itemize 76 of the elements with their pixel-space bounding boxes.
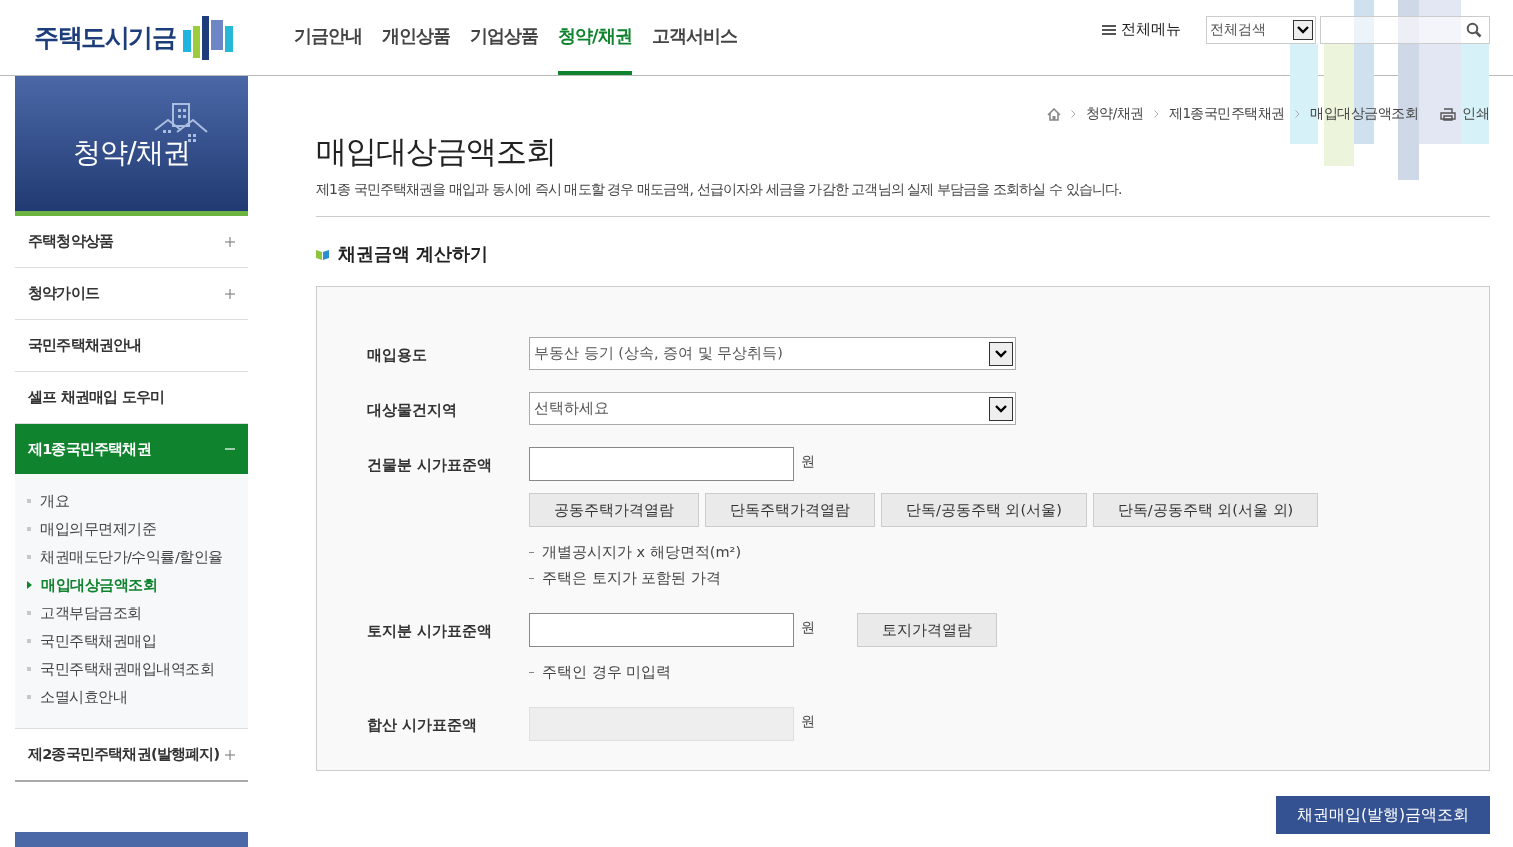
- submit-button[interactable]: 채권매입(발행)금액조회: [1275, 796, 1490, 834]
- chevron-right-icon: [1070, 110, 1076, 118]
- input-field[interactable]: [529, 447, 794, 481]
- dash-bullet-icon: [529, 671, 534, 673]
- submenu-item[interactable]: 채권매도단가/수익률/할인율: [27, 543, 248, 571]
- submenu-item[interactable]: 소멸시효안내: [27, 683, 248, 711]
- dot-bullet-icon: [27, 639, 31, 643]
- select-field[interactable]: 선택하세요: [529, 392, 1016, 425]
- all-menu-label: 전체메뉴: [1121, 20, 1181, 39]
- lookup-button[interactable]: 토지가격열람: [857, 613, 997, 647]
- section-heading: 채권금액 계산하기: [338, 242, 489, 266]
- field-label: 건물분 시가표준액: [367, 455, 494, 476]
- book-icon: [316, 248, 329, 260]
- submenu-item[interactable]: 국민주택채권매입내역조회: [27, 655, 248, 683]
- nav-tab[interactable]: 고객서비스: [651, 0, 737, 75]
- lookup-button[interactable]: 단독/공동주택 외(서울): [881, 493, 1087, 527]
- submenu-item[interactable]: 개요: [27, 487, 248, 515]
- printer-icon: [1440, 107, 1456, 121]
- lookup-button[interactable]: 단독주택가격열람: [705, 493, 875, 527]
- breadcrumb-link[interactable]: 청약/채권: [1085, 105, 1144, 123]
- site-logo[interactable]: 주택도시기금: [34, 21, 175, 54]
- all-menu-button[interactable]: 전체메뉴: [1102, 20, 1181, 39]
- submenu-item[interactable]: 매입의무면제기준: [27, 515, 248, 543]
- print-button[interactable]: 인쇄: [1440, 105, 1490, 123]
- plus-icon: [225, 749, 235, 760]
- breadcrumb-link[interactable]: 제1종국민주택채권: [1168, 105, 1285, 123]
- search-field[interactable]: [1320, 15, 1490, 44]
- page-description: 제1종 국민주택채권을 매입과 동시에 즉시 매도할 경우 매도금액, 선급이자와 세금을 가감한 고객님의 실제 부담금을 조회하실 수 있습니다.: [316, 181, 1123, 199]
- sidebar-menu-item[interactable]: 제1종국민주택채권: [15, 424, 248, 474]
- nav-tab[interactable]: 기업상품: [470, 0, 538, 75]
- breadcrumb-link[interactable]: 매입대상금액조회: [1310, 105, 1418, 123]
- nav-tab[interactable]: 개인상품: [382, 0, 450, 75]
- unit-label: 원: [801, 618, 815, 637]
- chevron-right-icon: [1153, 110, 1159, 118]
- field-label: 토지분 시가표준액: [367, 621, 494, 642]
- unit-label: 원: [801, 452, 815, 471]
- sidebar-menu-item[interactable]: 국민주택채권안내: [15, 320, 248, 372]
- field-label: 매입용도: [367, 345, 428, 366]
- dot-bullet-icon: [27, 695, 31, 699]
- search-scope-select[interactable]: 전체검색: [1206, 15, 1316, 44]
- submenu-item[interactable]: 국민주택채권매입: [27, 627, 248, 655]
- field-label: 합산 시가표준액: [367, 715, 479, 736]
- dash-bullet-icon: [529, 551, 534, 553]
- sidebar-menu-item[interactable]: 주택청약상품: [15, 216, 248, 268]
- section-title: 청약/채권: [73, 134, 190, 171]
- dash-bullet-icon: [529, 577, 534, 579]
- menu-icon: [1102, 23, 1116, 36]
- chevron-right-icon: [1295, 110, 1300, 118]
- lookup-button[interactable]: 공동주택가격열람: [529, 493, 699, 527]
- lookup-button[interactable]: 단독/공동주택 외(서울 외): [1092, 493, 1319, 527]
- input-field[interactable]: [529, 613, 794, 647]
- sidebar-menu-item[interactable]: 청약가이드: [15, 268, 248, 320]
- note-text: 개별공시지가 x 해당면적(m²): [542, 542, 742, 562]
- unit-label: 원: [801, 712, 815, 731]
- triangle-bullet-icon: [27, 581, 32, 589]
- readonly-field[interactable]: [529, 707, 794, 741]
- nav-tab[interactable]: 청약/채권: [558, 0, 632, 75]
- dot-bullet-icon: [27, 527, 31, 531]
- search-icon: [1466, 21, 1482, 38]
- dot-bullet-icon: [27, 499, 31, 503]
- dot-bullet-icon: [27, 555, 31, 559]
- plus-icon: [225, 236, 235, 247]
- field-label: 대상물건지역: [367, 400, 458, 421]
- page-title: 매입대상금액조회: [316, 132, 557, 171]
- dot-bullet-icon: [27, 667, 31, 671]
- home-icon[interactable]: [1046, 107, 1061, 121]
- dot-bullet-icon: [27, 611, 31, 615]
- select-field[interactable]: 부동산 등기 (상속, 증여 및 무상취득): [529, 337, 1016, 370]
- note-text: 주택은 토지가 포함된 가격: [542, 568, 721, 588]
- plus-icon: [225, 288, 235, 299]
- note-text: 주택인 경우 미입력: [542, 662, 672, 682]
- nav-tab[interactable]: 기금안내: [294, 0, 362, 75]
- sidebar-menu-item[interactable]: 제2종국민주택채권(발행폐지): [15, 729, 248, 782]
- submenu-item[interactable]: 매입대상금액조회: [27, 571, 248, 599]
- submenu-item[interactable]: 고객부담금조회: [27, 599, 248, 627]
- logo-bars-icon: [183, 13, 235, 62]
